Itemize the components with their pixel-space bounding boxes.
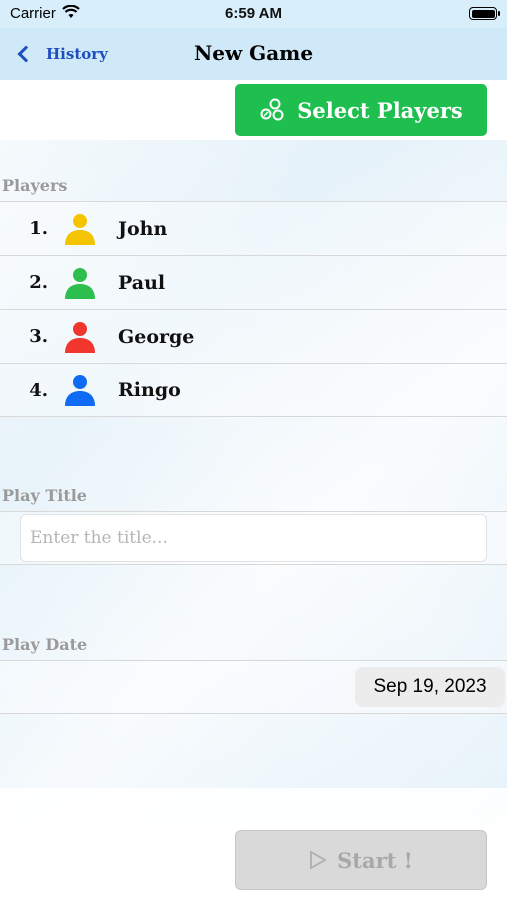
person-icon <box>65 375 95 406</box>
player-row[interactable]: 3. George <box>0 309 507 363</box>
player-name: Paul <box>118 271 166 294</box>
player-name: John <box>118 217 168 240</box>
player-number: 2. <box>29 272 48 293</box>
player-row[interactable]: 4. Ringo <box>0 363 507 417</box>
play-title-input[interactable] <box>20 514 487 562</box>
player-name: Ringo <box>118 379 181 401</box>
select-players-button[interactable]: Select Players <box>235 84 487 136</box>
players-list: 1. John 2. Paul 3. George 4. Ringo <box>0 201 507 417</box>
player-number: 1. <box>29 218 48 239</box>
players-header: Players <box>2 176 68 195</box>
person-icon <box>65 321 95 353</box>
start-label: Start ! <box>337 847 413 873</box>
select-players-label: Select Players <box>297 97 463 123</box>
player-name: George <box>118 325 195 348</box>
select-players-row: Select Players <box>0 80 507 140</box>
battery-icon <box>469 7 500 20</box>
bottom-bar: Start ! <box>0 788 507 900</box>
players-group-icon <box>260 98 284 121</box>
player-number: 3. <box>29 326 48 347</box>
page-title: New Game <box>193 41 314 65</box>
player-row[interactable]: 2. Paul <box>0 255 507 309</box>
play-title-row <box>0 511 507 565</box>
status-bar: Carrier 6:59 AM <box>0 0 507 28</box>
person-icon <box>65 213 95 245</box>
player-number: 4. <box>29 379 48 401</box>
play-title-header: Play Title <box>2 486 87 505</box>
play-date-header: Play Date <box>2 635 88 654</box>
play-date-row: Sep 19, 2023 <box>0 660 507 714</box>
status-time: 6:59 AM <box>225 5 282 22</box>
person-icon <box>65 267 95 299</box>
player-row[interactable]: 1. John <box>0 201 507 255</box>
start-button[interactable]: Start ! <box>235 830 487 890</box>
navigation-bar: History New Game <box>0 28 507 80</box>
play-date-picker[interactable]: Sep 19, 2023 <box>355 667 505 707</box>
play-icon <box>310 850 327 870</box>
